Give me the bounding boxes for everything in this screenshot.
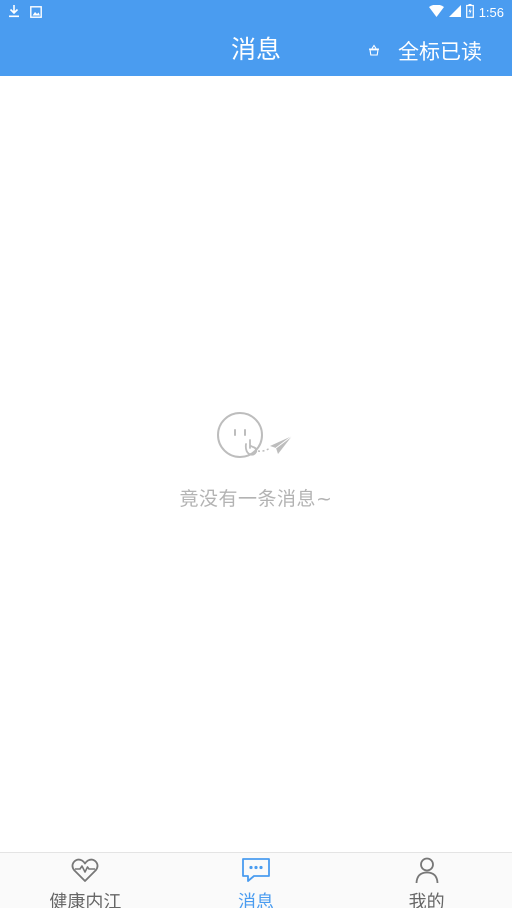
status-left-icons xyxy=(8,4,42,20)
nav-item-health[interactable]: 健康内江 xyxy=(0,853,171,908)
heart-pulse-icon xyxy=(70,856,100,888)
shh-face-paper-plane-icon xyxy=(0,410,512,466)
download-icon xyxy=(8,3,20,22)
status-right-icons: 1:56 xyxy=(428,3,504,21)
nav-label-mine: 我的 xyxy=(408,892,445,908)
nav-item-messages[interactable]: 消息 xyxy=(171,853,342,908)
chat-bubble-icon xyxy=(241,856,271,888)
nav-label-health: 健康内江 xyxy=(49,892,122,908)
messages-screen: 1:56 消息 全标已读 竟没有一条消息~ 健康内江 消息 我的 xyxy=(0,0,512,908)
empty-state: 竟没有一条消息~ xyxy=(0,410,512,511)
person-icon xyxy=(412,856,442,888)
status-bar: 1:56 xyxy=(0,0,512,25)
mark-all-read-button[interactable]: 全标已读 xyxy=(368,25,482,76)
status-time: 1:56 xyxy=(478,4,504,20)
nav-item-mine[interactable]: 我的 xyxy=(341,853,512,908)
bottom-nav: 健康内江 消息 我的 xyxy=(0,852,512,908)
image-icon xyxy=(30,3,42,22)
cellular-signal-icon xyxy=(448,4,461,20)
mark-all-read-label: 全标已读 xyxy=(398,39,482,64)
nav-label-messages: 消息 xyxy=(238,892,274,908)
app-header: 消息 全标已读 xyxy=(0,25,512,76)
wifi-icon xyxy=(428,4,444,20)
basket-icon xyxy=(368,41,380,60)
empty-state-text: 竟没有一条消息~ xyxy=(179,488,333,510)
battery-icon xyxy=(465,3,474,21)
